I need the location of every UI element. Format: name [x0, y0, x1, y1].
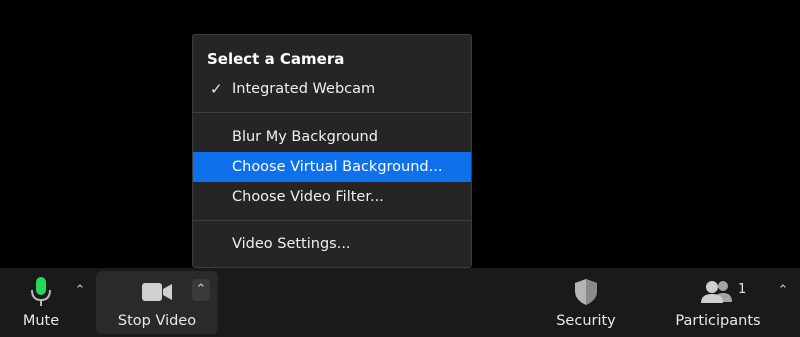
- participants-options-caret[interactable]: ⌃: [774, 280, 792, 302]
- audio-options-caret[interactable]: ⌃: [71, 280, 89, 302]
- menu-header: Select a Camera: [207, 50, 345, 68]
- checkmark-icon: ✓: [210, 80, 223, 98]
- meeting-toolbar: Mute ⌃ Stop Video ⌃ Security 1 Participa…: [0, 268, 800, 337]
- participants-label: Participants: [675, 313, 761, 329]
- menu-item-video-settings[interactable]: Video Settings...: [193, 229, 471, 259]
- video-options-caret[interactable]: ⌃: [192, 279, 210, 301]
- menu-separator: [193, 112, 471, 113]
- menu-item-label: Video Settings...: [232, 236, 351, 252]
- participants-button[interactable]: 1 Participants: [672, 268, 764, 337]
- menu-item-blur-background[interactable]: Blur My Background: [193, 122, 471, 152]
- participant-count: 1: [738, 282, 747, 297]
- menu-separator: [193, 220, 471, 221]
- mute-button[interactable]: Mute: [10, 268, 72, 337]
- security-button[interactable]: Security: [552, 268, 620, 337]
- menu-item-label: Choose Virtual Background...: [232, 159, 443, 175]
- menu-item-integrated-webcam[interactable]: ✓ Integrated Webcam: [193, 74, 471, 104]
- video-button-group: Stop Video ⌃: [96, 271, 218, 334]
- camera-menu: Select a Camera ✓ Integrated Webcam Blur…: [192, 34, 472, 268]
- microphone-icon: [31, 277, 51, 306]
- menu-item-label: Choose Video Filter...: [232, 189, 384, 205]
- stop-video-label: Stop Video: [117, 313, 197, 329]
- mute-label: Mute: [22, 313, 60, 329]
- video-camera-icon: [142, 283, 172, 301]
- menu-item-label: Integrated Webcam: [232, 81, 376, 97]
- shield-icon: [575, 279, 597, 305]
- menu-item-virtual-background[interactable]: Choose Virtual Background...: [193, 152, 471, 182]
- security-label: Security: [556, 313, 616, 329]
- menu-item-label: Blur My Background: [232, 129, 378, 145]
- participants-icon: [701, 281, 732, 303]
- menu-item-video-filter[interactable]: Choose Video Filter...: [193, 182, 471, 212]
